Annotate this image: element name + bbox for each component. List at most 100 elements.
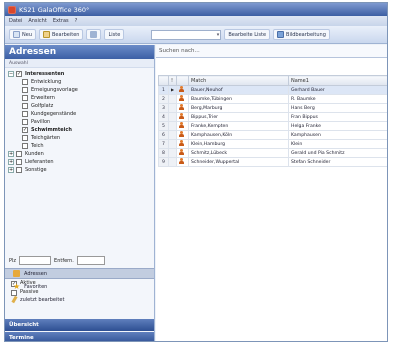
menu-datei[interactable]: Datei [9,18,22,24]
table-row[interactable]: 4 Bippus,Trier Fran Bippus [158,112,387,122]
tree-checkbox[interactable] [22,103,28,109]
row-number: 2 [158,94,169,104]
nav-favoriten-label: Favoriten [24,283,48,290]
table-row[interactable]: 8 Schmitz,Lübeck Gerald und Pia Schmitz [158,148,387,158]
search-input[interactable]: Suchen nach... [156,45,387,58]
tree-checkbox[interactable] [22,111,28,117]
row-indicator-cell [168,157,177,167]
tree-item[interactable]: Pavillon [8,118,154,126]
edit-list-button[interactable]: Bearbeite Liste [224,29,271,40]
tree-checkbox[interactable] [22,119,28,125]
table-row[interactable]: 2 Baumke,Tübingen R. Baumke [158,94,387,104]
table-row[interactable]: 9 Schneider,Wuppertal Stefan Schneider [158,157,387,167]
table-row[interactable]: 5 Franke,Kempten Helga Franke [158,121,387,131]
sidebar: Adressen Auswahl − ✓ Interessenten Entwickl… [5,45,155,341]
tree-checkbox[interactable] [22,95,28,101]
row-number: 3 [158,103,169,113]
print-button[interactable] [86,29,102,40]
tree-checkbox[interactable]: ✓ [16,71,22,77]
table-row[interactable]: 1 ▶ Bauer,Neuhof Gerhard Bauer [158,85,387,95]
name1-cell: Helga Franke [288,121,387,131]
tree-item[interactable]: + Sonstige [8,166,154,174]
sidebar-subheader: Auswahl [5,59,154,68]
distance-input[interactable] [76,256,105,265]
list-label: Liste [108,31,121,38]
person-icon [179,149,184,155]
nav-uebersicht[interactable]: Übersicht [5,319,154,331]
menu-extras[interactable]: Extras [53,18,69,24]
list-select[interactable]: ▾ [151,29,222,40]
tree-item[interactable]: Erweitern [8,94,154,102]
row-icon-cell [176,121,189,131]
tree-checkbox[interactable] [16,167,22,173]
tree-item[interactable]: Erneigungsvorlage [8,86,154,94]
nav-adressen[interactable]: Adressen [5,268,154,279]
nav-recent-label: zuletzt bearbeitet [20,296,65,303]
tree-item-label: Erneigungsvorlage [31,87,78,93]
image-edit-label: Bildbearbeitung [286,31,326,38]
new-button[interactable]: Neu [9,29,36,40]
expand-icon[interactable]: + [8,159,14,165]
expand-icon[interactable]: + [8,151,14,157]
row-number: 4 [158,112,169,122]
name1-cell: Klein [288,139,387,149]
table-row[interactable]: 7 Klein,Hamburg Klein [158,139,387,149]
row-indicator-cell [168,121,177,131]
tree-item[interactable]: Teich [8,142,154,150]
app-window: KS21 GalaOffice 360° Datei Ansicht Extra… [4,2,388,342]
person-icon [179,122,184,128]
tree-item[interactable]: Teichgärten [8,134,154,142]
plz-input[interactable] [19,256,52,265]
row-icon-cell [176,85,189,95]
print-icon [90,31,98,38]
tree-item[interactable]: + Kunden [8,150,154,158]
table-row[interactable]: 6 Kamphausen,Köln Kamphausen [158,130,387,140]
col-header-name1[interactable]: Name1 [288,75,387,86]
tree-item-label: Interessenten [25,71,65,77]
tree-item[interactable]: + Lieferanten [8,158,154,166]
tree-checkbox[interactable] [22,87,28,93]
row-icon-cell [176,148,189,158]
menu-help[interactable]: ? [75,18,78,24]
person-icon [179,95,184,101]
name1-cell: Hans Berg [288,103,387,113]
pencil-icon [11,295,18,304]
expand-icon[interactable]: + [8,167,14,173]
person-icon [179,131,184,137]
col-header-icon [176,75,189,86]
name1-cell: Fran Bippus [288,112,387,122]
nav-favoriten[interactable]: ★ Favoriten [5,281,154,292]
image-edit-button[interactable]: Bildbearbeitung [273,29,330,40]
name1-cell: R. Baumke [288,94,387,104]
nav-termine[interactable]: Termine [5,332,154,341]
tree-checkbox[interactable] [22,135,28,141]
collapse-icon[interactable]: − [8,71,14,77]
menu-ansicht[interactable]: Ansicht [28,18,46,24]
row-number: 1 [158,85,169,95]
tree-item[interactable]: Entwicklung [8,78,154,86]
tree-item-label: Entwicklung [31,79,62,85]
nav-recent[interactable]: zuletzt bearbeitet [5,294,154,305]
list-button[interactable]: Liste [104,29,125,40]
tree-item[interactable]: Golfplatz [8,102,154,110]
tree-checkbox[interactable] [16,151,22,157]
tree-item-label: Golfplatz [31,103,54,109]
match-cell: Franke,Kempten [188,121,289,131]
match-cell: Kamphausen,Köln [188,130,289,140]
row-icon-cell [176,157,189,167]
tree-checkbox[interactable] [16,159,22,165]
star-icon: ★ [13,282,21,291]
match-cell: Klein,Hamburg [188,139,289,149]
table-row[interactable]: 3 Berg,Marburg Hans Berg [158,103,387,113]
address-book-icon [13,270,20,277]
tree-checkbox[interactable] [22,143,28,149]
tree-item[interactable]: Kundgegenstände [8,110,154,118]
edit-button[interactable]: Bearbeiten [39,29,84,40]
tree-item[interactable]: ✓ Schwimmteich [8,126,154,134]
tree-item[interactable]: − ✓ Interessenten [8,70,154,78]
col-header-match[interactable]: Match [188,75,289,86]
tree-item-label: Teichgärten [31,135,61,141]
tree-checkbox[interactable] [22,79,28,85]
tree-item-label: Kunden [25,151,44,157]
tree-checkbox[interactable]: ✓ [22,127,28,133]
